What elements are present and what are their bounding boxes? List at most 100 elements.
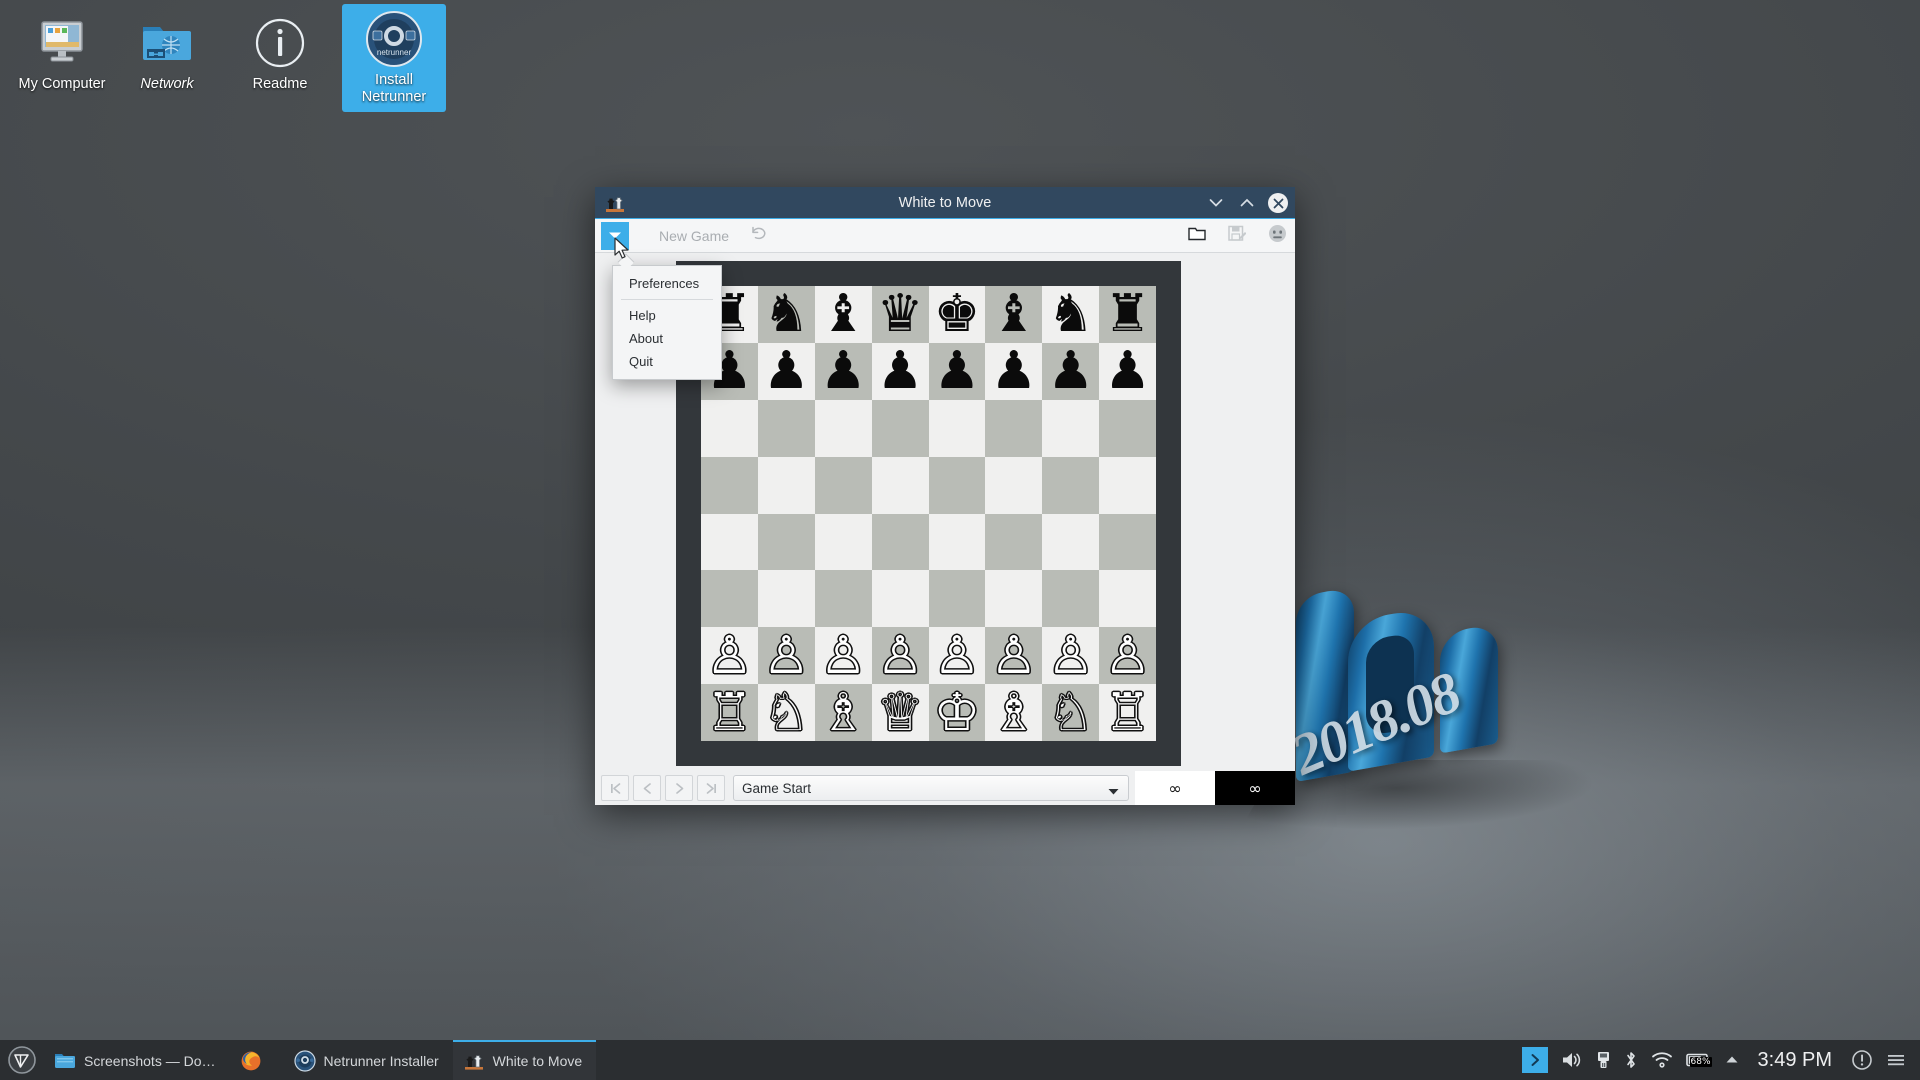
board-square[interactable] [985, 570, 1043, 628]
board-square[interactable]: ♝ [814, 286, 872, 343]
menu-item-about[interactable]: About [613, 327, 721, 350]
board-square[interactable]: ♗ [985, 684, 1043, 741]
board-square[interactable] [701, 513, 758, 571]
board-square[interactable] [701, 456, 758, 514]
maximize-button[interactable] [1236, 192, 1258, 214]
main-menu-popup[interactable]: Preferences Help About Quit [612, 265, 722, 380]
board-square[interactable] [985, 456, 1043, 514]
chess-piece-bP[interactable]: ♟ [991, 345, 1038, 397]
board-square[interactable] [1042, 513, 1100, 571]
save-button[interactable] [1228, 225, 1247, 247]
board-square[interactable] [928, 399, 986, 457]
show-hidden-icon[interactable] [1725, 1054, 1739, 1066]
new-game-button[interactable]: New Game [659, 228, 729, 244]
chess-piece-bP[interactable]: ♟ [1047, 345, 1094, 397]
board-square[interactable] [701, 399, 758, 457]
board-square[interactable]: ♟ [928, 342, 986, 400]
board-square[interactable] [985, 513, 1043, 571]
board-square[interactable]: ♙ [1042, 627, 1100, 685]
chess-piece-wP[interactable]: ♙ [706, 630, 753, 682]
task-firefox[interactable] [230, 1040, 284, 1080]
board-square[interactable]: ♟ [871, 342, 929, 400]
chess-piece-wP[interactable]: ♙ [877, 630, 924, 682]
board-square[interactable] [1099, 399, 1156, 457]
hamburger-icon[interactable] [1886, 1052, 1906, 1068]
board-square[interactable]: ♘ [1042, 684, 1100, 741]
board-square[interactable]: ♙ [814, 627, 872, 685]
board-square[interactable] [814, 513, 872, 571]
board-square[interactable] [814, 570, 872, 628]
board-square[interactable] [1099, 513, 1156, 571]
board-square[interactable]: ♘ [757, 684, 815, 741]
board-square[interactable] [928, 570, 986, 628]
board-square[interactable] [871, 570, 929, 628]
board-square[interactable] [814, 456, 872, 514]
task-netrunner-installer[interactable]: Netrunner Installer [284, 1040, 453, 1080]
first-move-button[interactable] [601, 775, 629, 801]
board-square[interactable]: ♟ [1099, 342, 1156, 400]
board-square[interactable] [701, 570, 758, 628]
next-move-button[interactable] [665, 775, 693, 801]
board-square[interactable]: ♙ [757, 627, 815, 685]
chess-piece-wR[interactable]: ♖ [1104, 687, 1151, 739]
chess-piece-wK[interactable]: ♔ [934, 687, 981, 739]
board-square[interactable]: ♙ [871, 627, 929, 685]
minimize-button[interactable] [1205, 192, 1227, 214]
battery-icon[interactable]: 68% [1685, 1051, 1712, 1069]
application-launcher-button[interactable] [0, 1040, 44, 1080]
board-square[interactable] [1042, 399, 1100, 457]
board-square[interactable] [757, 456, 815, 514]
board-square[interactable]: ♖ [701, 684, 758, 741]
board-square[interactable] [928, 456, 986, 514]
desktop-icon-install-netrunner[interactable]: netrunner Install Netrunner [342, 4, 446, 112]
desktop-icon-network[interactable]: Network [115, 8, 219, 99]
engine-face-button[interactable] [1268, 224, 1287, 248]
notification-icon[interactable] [1851, 1049, 1873, 1071]
board-square[interactable] [1099, 570, 1156, 628]
chess-piece-wN[interactable]: ♘ [763, 687, 810, 739]
chess-piece-wP[interactable]: ♙ [1104, 630, 1151, 682]
chess-piece-wB[interactable]: ♗ [820, 687, 867, 739]
board-square[interactable]: ♕ [871, 684, 929, 741]
board-square[interactable] [757, 570, 815, 628]
board-square[interactable] [871, 456, 929, 514]
task-screenshots[interactable]: Screenshots — Do… [44, 1040, 230, 1080]
board-square[interactable] [1042, 456, 1100, 514]
chess-piece-bP[interactable]: ♟ [763, 345, 810, 397]
board-square[interactable]: ♝ [985, 286, 1043, 343]
board-square[interactable]: ♗ [814, 684, 872, 741]
move-history-select[interactable]: Game Start [733, 775, 1129, 801]
volume-icon[interactable] [1561, 1050, 1583, 1070]
chess-piece-bN[interactable]: ♞ [763, 288, 810, 340]
board-square[interactable]: ♟ [985, 342, 1043, 400]
chess-board[interactable]: ♜ ♞ ♝ ♛ ♚ ♝ ♞ ♜ ♟ ♟ ♟ ♟ ♟ ♟ ♟ ♟ ♙ ♙ ♙ ♙ ♙ ♙ ♙ ♙ ♖ ♘ ♗ ♕ ♔ ♗ ♘ ♖ [701, 286, 1156, 741]
board-square[interactable]: ♖ [1099, 684, 1156, 741]
board-square[interactable] [1099, 456, 1156, 514]
chess-piece-wR[interactable]: ♖ [706, 687, 753, 739]
chess-piece-bK[interactable]: ♚ [934, 288, 981, 340]
board-square[interactable]: ♙ [1099, 627, 1156, 685]
board-square[interactable] [871, 513, 929, 571]
menu-item-help[interactable]: Help [613, 304, 721, 327]
board-square[interactable]: ♙ [701, 627, 758, 685]
board-square[interactable]: ♟ [814, 342, 872, 400]
wifi-icon[interactable] [1651, 1051, 1673, 1069]
close-button[interactable] [1267, 192, 1289, 214]
board-square[interactable]: ♞ [1042, 286, 1100, 343]
board-square[interactable]: ♔ [928, 684, 986, 741]
chess-piece-bP[interactable]: ♟ [877, 345, 924, 397]
chess-piece-bN[interactable]: ♞ [1047, 288, 1094, 340]
previous-move-button[interactable] [633, 775, 661, 801]
board-square[interactable]: ♙ [985, 627, 1043, 685]
chess-piece-wB[interactable]: ♗ [991, 687, 1038, 739]
board-square[interactable] [871, 399, 929, 457]
chess-piece-wQ[interactable]: ♕ [877, 687, 924, 739]
chess-piece-wP[interactable]: ♙ [934, 630, 981, 682]
board-square[interactable] [985, 399, 1043, 457]
menu-item-preferences[interactable]: Preferences [613, 272, 721, 295]
chess-piece-wP[interactable]: ♙ [820, 630, 867, 682]
board-square[interactable] [814, 399, 872, 457]
chess-piece-wN[interactable]: ♘ [1047, 687, 1094, 739]
undo-button[interactable] [749, 225, 767, 246]
chess-piece-wP[interactable]: ♙ [763, 630, 810, 682]
